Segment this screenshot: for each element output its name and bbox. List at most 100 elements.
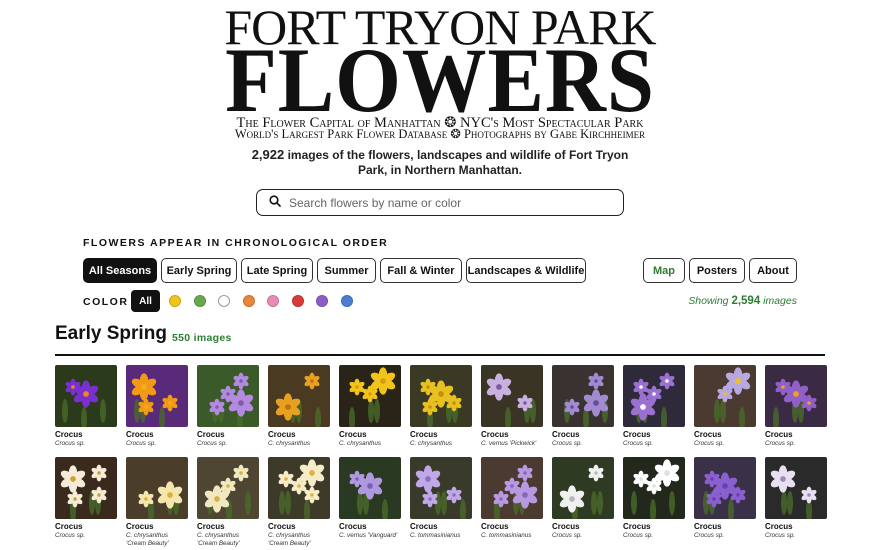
- flower-card[interactable]: Crocus C. chrysanthus: [268, 365, 330, 448]
- flower-card[interactable]: Crocus Crocus sp.: [552, 457, 614, 540]
- color-all-button[interactable]: All: [131, 290, 160, 312]
- flower-scientific-name: Crocus sp.: [197, 440, 228, 447]
- tagline-secondary: World's Largest Park Flower Database ❂ P…: [0, 128, 880, 141]
- color-swatch-0[interactable]: [169, 295, 181, 307]
- posters-button[interactable]: Posters: [689, 258, 745, 283]
- flower-card[interactable]: Crocus C. tommasinianus: [410, 457, 472, 540]
- flower-card[interactable]: Crocus C. chrysanthus: [339, 365, 401, 448]
- flower-common-name: Crocus: [410, 522, 438, 531]
- flower-thumbnail[interactable]: [55, 365, 117, 427]
- flower-scientific-name: Crocus sp.: [55, 532, 86, 539]
- flower-card[interactable]: Crocus C. chrysanthus 'Cream Beauty': [197, 457, 259, 548]
- color-swatch-1[interactable]: [193, 295, 206, 307]
- season-early-spring-button[interactable]: Early Spring: [161, 258, 237, 283]
- season-all-button[interactable]: All Seasons: [83, 258, 157, 283]
- flower-common-name: Crocus: [765, 430, 793, 439]
- showing-count: Showing 2,594 images: [688, 295, 797, 307]
- flower-card[interactable]: Crocus Crocus sp.: [765, 365, 827, 448]
- flower-cultivar-name: 'Cream Beauty': [268, 540, 311, 547]
- flower-card[interactable]: Crocus C. chrysanthus 'Cream Beauty': [126, 457, 188, 548]
- flower-thumbnail[interactable]: [765, 365, 827, 427]
- flower-thumbnail[interactable]: [268, 457, 330, 519]
- map-button[interactable]: Map: [643, 258, 685, 283]
- flower-common-name: Crocus: [481, 522, 509, 531]
- flower-card[interactable]: Crocus Crocus sp.: [126, 365, 188, 448]
- color-swatch-2[interactable]: [218, 295, 230, 307]
- flower-thumbnail[interactable]: [197, 365, 259, 427]
- flower-thumbnail[interactable]: [197, 457, 259, 519]
- flower-thumbnail[interactable]: [623, 365, 685, 427]
- flower-card[interactable]: Crocus C. chrysanthus: [410, 365, 472, 448]
- intro-text: images of the flowers, landscapes and wi…: [287, 148, 629, 177]
- flower-scientific-name: Crocus sp.: [765, 440, 796, 447]
- flower-card[interactable]: Crocus Crocus sp.: [197, 365, 259, 448]
- flower-thumbnail[interactable]: [339, 365, 401, 427]
- flower-thumbnail[interactable]: [623, 457, 685, 519]
- flower-card[interactable]: Crocus Crocus sp.: [694, 365, 756, 448]
- flower-common-name: Crocus: [268, 430, 296, 439]
- flower-scientific-name: Crocus sp.: [623, 532, 654, 539]
- site-title-main: FLOWERS: [225, 29, 655, 131]
- about-button[interactable]: About: [749, 258, 797, 283]
- season-fall-winter-button[interactable]: Fall & Winter: [380, 258, 462, 283]
- flower-card[interactable]: Crocus Crocus sp.: [694, 457, 756, 540]
- color-swatch-4[interactable]: [267, 295, 279, 307]
- flower-thumbnail[interactable]: [481, 365, 543, 427]
- flower-card[interactable]: Crocus Crocus sp.: [765, 457, 827, 540]
- flower-scientific-name: Crocus sp.: [694, 440, 725, 447]
- flower-common-name: Crocus: [410, 430, 438, 439]
- flower-thumbnail[interactable]: [339, 457, 401, 519]
- flower-card[interactable]: Crocus C. tommasinianus: [481, 457, 543, 540]
- flower-scientific-name: C. chrysanthus: [197, 532, 239, 539]
- season-late-spring-button[interactable]: Late Spring: [241, 258, 313, 283]
- separator-icon: ❂: [450, 127, 461, 141]
- flower-thumbnail[interactable]: [126, 365, 188, 427]
- total-image-count: 2,922: [251, 147, 285, 162]
- flower-thumbnail[interactable]: [55, 457, 117, 519]
- flower-scientific-name: Crocus sp.: [55, 440, 86, 447]
- flower-card[interactable]: Crocus Crocus sp.: [55, 365, 117, 448]
- search-input[interactable]: [289, 195, 609, 210]
- tagline-database: World's Largest Park Flower Database: [234, 127, 448, 141]
- flower-scientific-name: Crocus sp.: [126, 440, 157, 447]
- flower-common-name: Crocus: [552, 430, 580, 439]
- season-summer-button[interactable]: Summer: [317, 258, 376, 283]
- flower-thumbnail[interactable]: [410, 457, 472, 519]
- section-divider: [55, 354, 825, 356]
- landscapes-wildlife-button[interactable]: Landscapes & Wildlife: [466, 258, 586, 283]
- flower-thumbnail[interactable]: [694, 457, 756, 519]
- color-swatch-7[interactable]: [340, 295, 353, 307]
- flower-thumbnail[interactable]: [552, 457, 614, 519]
- flower-card[interactable]: Crocus Crocus sp.: [623, 365, 685, 448]
- flower-thumbnail[interactable]: [765, 457, 827, 519]
- section-image-count: 550 images: [172, 332, 232, 344]
- flower-card[interactable]: Crocus C. vernus 'Pickwick': [481, 365, 543, 448]
- color-swatch-5[interactable]: [291, 295, 304, 307]
- flower-thumbnail[interactable]: [410, 365, 472, 427]
- flower-card[interactable]: Crocus Crocus sp.: [55, 457, 117, 540]
- flower-scientific-name: C. vernus 'Pickwick': [481, 440, 537, 447]
- flower-scientific-name: C. chrysanthus: [126, 532, 168, 539]
- flower-card[interactable]: Crocus Crocus sp.: [623, 457, 685, 540]
- flower-scientific-name: Crocus sp.: [552, 440, 583, 447]
- flower-common-name: Crocus: [268, 522, 296, 531]
- flower-thumbnail[interactable]: [481, 457, 543, 519]
- color-swatch-3[interactable]: [242, 295, 255, 307]
- flower-scientific-name: Crocus sp.: [765, 532, 796, 539]
- color-filter-label: COLOR: [83, 296, 129, 308]
- flower-thumbnail[interactable]: [552, 365, 614, 427]
- flower-common-name: Crocus: [694, 522, 722, 531]
- search-box[interactable]: [256, 189, 624, 216]
- color-swatch-6[interactable]: [316, 295, 328, 307]
- flower-thumbnail[interactable]: [694, 365, 756, 427]
- flower-card[interactable]: Crocus Crocus sp.: [552, 365, 614, 448]
- flower-thumbnail[interactable]: [126, 457, 188, 519]
- flower-card[interactable]: Crocus C. chrysanthus 'Cream Beauty': [268, 457, 330, 548]
- flower-scientific-name: Crocus sp.: [694, 532, 725, 539]
- flower-common-name: Crocus: [197, 430, 225, 439]
- flower-scientific-name: C. chrysanthus: [268, 440, 310, 447]
- flower-card[interactable]: Crocus C. vernus 'Vanguard': [339, 457, 401, 540]
- flower-common-name: Crocus: [339, 430, 367, 439]
- flower-thumbnail[interactable]: [268, 365, 330, 427]
- flower-common-name: Crocus: [694, 430, 722, 439]
